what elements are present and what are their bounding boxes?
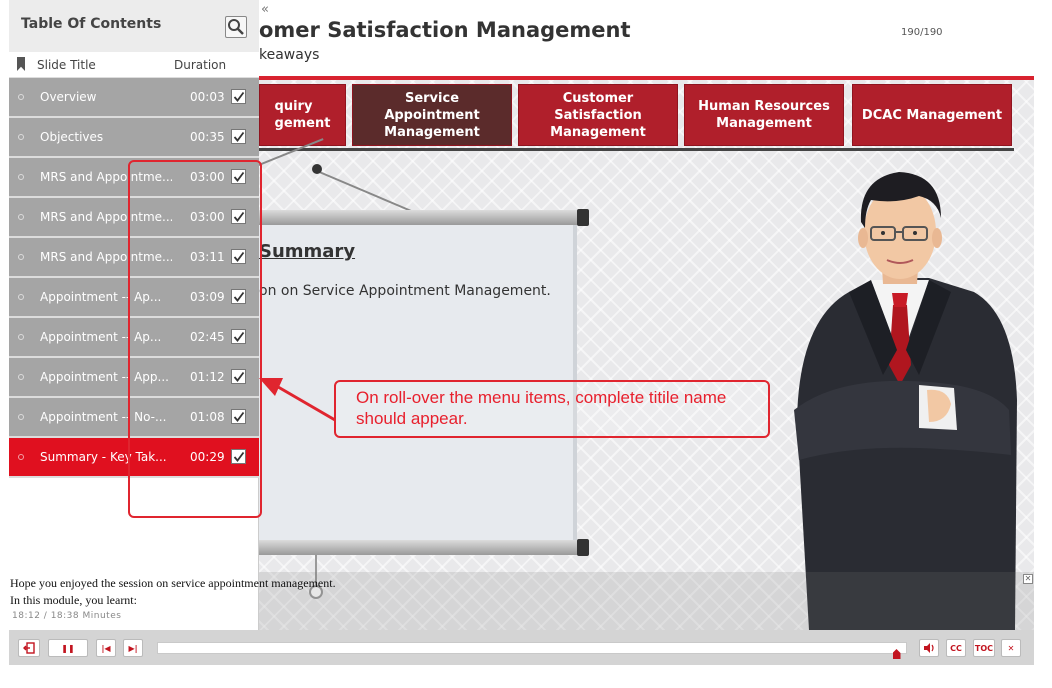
tab-divider	[254, 148, 1014, 151]
module-tab-customer-satisfaction[interactable]: Customer Satisfaction Management	[518, 84, 678, 146]
screen-roller-cap	[577, 539, 589, 556]
bullet-icon	[18, 294, 24, 300]
screen-top-roller	[239, 210, 587, 225]
module-tab-service-appointment[interactable]: Service Appointment Management	[352, 84, 512, 146]
bullet-icon	[18, 334, 24, 340]
previous-slide-button[interactable]: |◀	[96, 639, 116, 657]
toc-item[interactable]: Objectives 00:35	[9, 118, 259, 158]
toc-header: Table Of Contents	[9, 0, 259, 52]
close-transcript-button[interactable]: ✕	[1023, 574, 1033, 584]
checkmark-icon	[233, 91, 245, 102]
next-icon: ▶|	[128, 643, 138, 653]
bullet-icon	[18, 414, 24, 420]
bullet-icon	[18, 254, 24, 260]
pause-button[interactable]: ❚❚	[48, 639, 88, 657]
checkmark-icon	[233, 131, 245, 142]
course-title: omer Satisfaction Management	[259, 18, 631, 42]
toc-column-duration: Duration	[174, 58, 227, 72]
volume-button[interactable]	[919, 639, 939, 657]
player-control-bar: ❚❚ |◀ ▶| CC TOC ✕	[9, 630, 1034, 665]
module-tab-dcac[interactable]: DCAC Management	[852, 84, 1012, 146]
slide-heading: Summary	[259, 241, 356, 262]
progress-bar[interactable]	[157, 642, 907, 654]
close-player-button[interactable]: ✕	[1001, 639, 1021, 657]
toc-title: Table Of Contents	[21, 16, 162, 32]
slide-body-text: on on Service Appointment Management.	[259, 283, 551, 299]
toc-column-slide-title: Slide Title	[37, 58, 96, 72]
bullet-icon	[18, 174, 24, 180]
screen-bottom-roller	[239, 540, 587, 555]
toc-label: TOC	[974, 643, 994, 653]
transcript-strip	[259, 572, 1034, 630]
module-tab-human-resources[interactable]: Human Resources Management	[684, 84, 844, 146]
transcript-text: Hope you enjoyed the session on service …	[10, 576, 336, 590]
module-tab-label: quiry gement	[274, 99, 331, 131]
collapse-toc-button[interactable]: «	[261, 3, 269, 17]
completed-checkbox	[231, 129, 246, 144]
toc-search-button[interactable]	[225, 16, 247, 38]
module-tab-label: Human Resources Management	[698, 99, 830, 131]
speaker-icon	[924, 643, 934, 653]
closed-captions-button[interactable]: CC	[946, 639, 966, 657]
exit-icon	[23, 642, 35, 654]
screen-roller-cap	[577, 209, 589, 226]
time-readout: 18:12 / 18:38 Minutes	[12, 611, 122, 621]
module-tab-label: Service Appointment Management	[384, 90, 480, 140]
slide-subtitle: keaways	[259, 47, 320, 63]
bullet-icon	[18, 454, 24, 460]
search-icon	[228, 19, 244, 35]
bullet-icon	[18, 374, 24, 380]
toc-item-duration: 00:03	[190, 90, 225, 104]
toc-item-title: Overview	[40, 90, 97, 104]
exit-button[interactable]	[18, 639, 40, 657]
toc-item-title: Objectives	[40, 130, 104, 144]
bullet-icon	[18, 94, 24, 100]
pause-icon: ❚❚	[61, 643, 75, 653]
annotation-highlight-box	[128, 160, 262, 518]
completed-checkbox	[231, 89, 246, 104]
screen-hook	[312, 164, 322, 174]
previous-icon: |◀	[101, 643, 111, 653]
toc-column-headers: Slide Title Duration	[9, 52, 259, 78]
cc-label: CC	[950, 643, 962, 653]
slide-counter: 190/190	[901, 27, 943, 38]
toc-item[interactable]: Overview 00:03	[9, 78, 259, 118]
module-tab-label: DCAC Management	[861, 107, 1003, 123]
close-icon: ✕	[1007, 643, 1015, 653]
annotation-arrow-icon	[259, 378, 336, 422]
transcript-text: In this module, you learnt:	[10, 593, 137, 607]
toc-item-duration: 00:35	[190, 130, 225, 144]
toc-toggle-button[interactable]: TOC	[973, 639, 995, 657]
module-tab-label: Customer Satisfaction Management	[550, 90, 646, 140]
next-slide-button[interactable]: ▶|	[123, 639, 143, 657]
annotation-text: On roll-over the menu items, complete ti…	[356, 388, 727, 428]
module-tab-enquiry[interactable]: quiry gement	[259, 84, 346, 146]
bullet-icon	[18, 134, 24, 140]
annotation-callout: On roll-over the menu items, complete ti…	[334, 380, 770, 438]
presenter-character	[794, 172, 1017, 630]
bookmark-icon	[17, 57, 25, 71]
bullet-icon	[18, 214, 24, 220]
